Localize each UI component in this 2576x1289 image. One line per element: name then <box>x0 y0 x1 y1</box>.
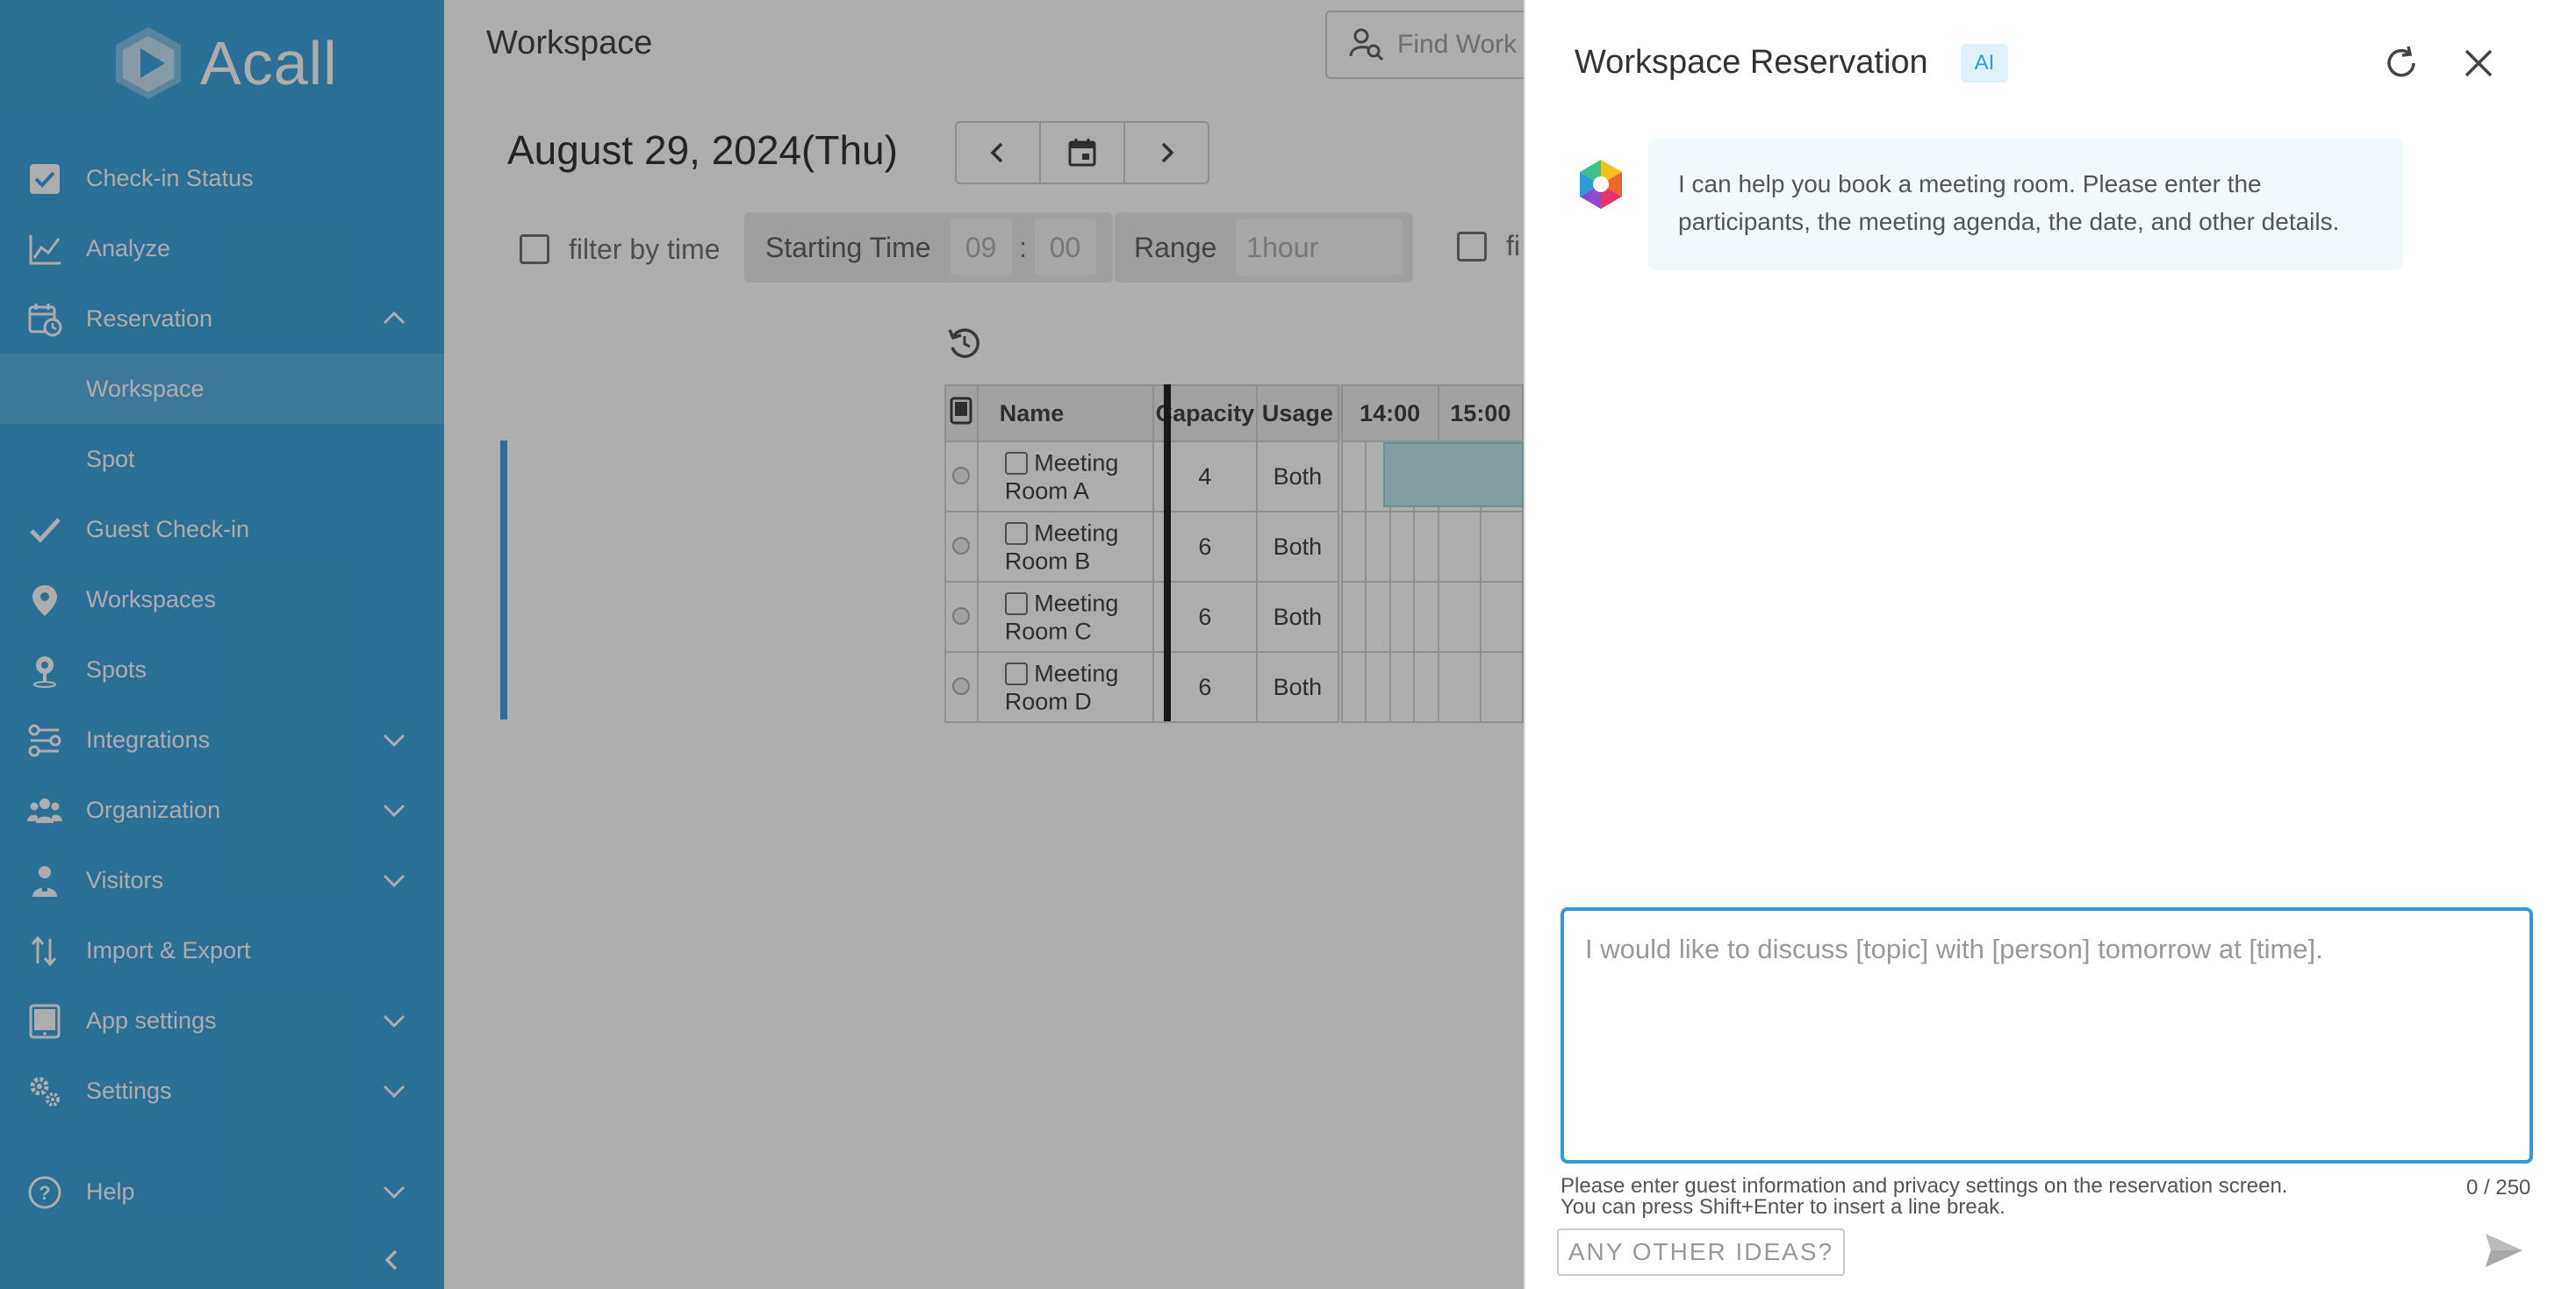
chat-message-input[interactable] <box>1561 907 2533 1164</box>
reservation-assistant-panel: Workspace Reservation AI I can help you … <box>1524 0 2576 1289</box>
reset-chat-icon[interactable] <box>2382 44 2421 82</box>
character-counter: 0 / 250 <box>2466 1176 2531 1199</box>
panel-title: Workspace Reservation <box>1575 44 1928 81</box>
assistant-avatar-icon <box>1580 160 1622 209</box>
send-icon[interactable] <box>2482 1230 2526 1271</box>
ai-badge: AI <box>1961 44 2008 82</box>
input-hint-line-1: Please enter guest information and priva… <box>1561 1174 2288 1198</box>
any-other-ideas-button[interactable]: ANY OTHER IDEAS? <box>1557 1228 1845 1276</box>
modal-backdrop[interactable] <box>0 0 1524 1289</box>
input-hint-line-2: You can press Shift+Enter to insert a li… <box>1561 1195 2006 1219</box>
input-hint: Please enter guest information and priva… <box>1561 1176 2287 1218</box>
close-icon[interactable] <box>2459 44 2498 82</box>
assistant-message: I can help you book a meeting room. Plea… <box>1648 139 2403 270</box>
